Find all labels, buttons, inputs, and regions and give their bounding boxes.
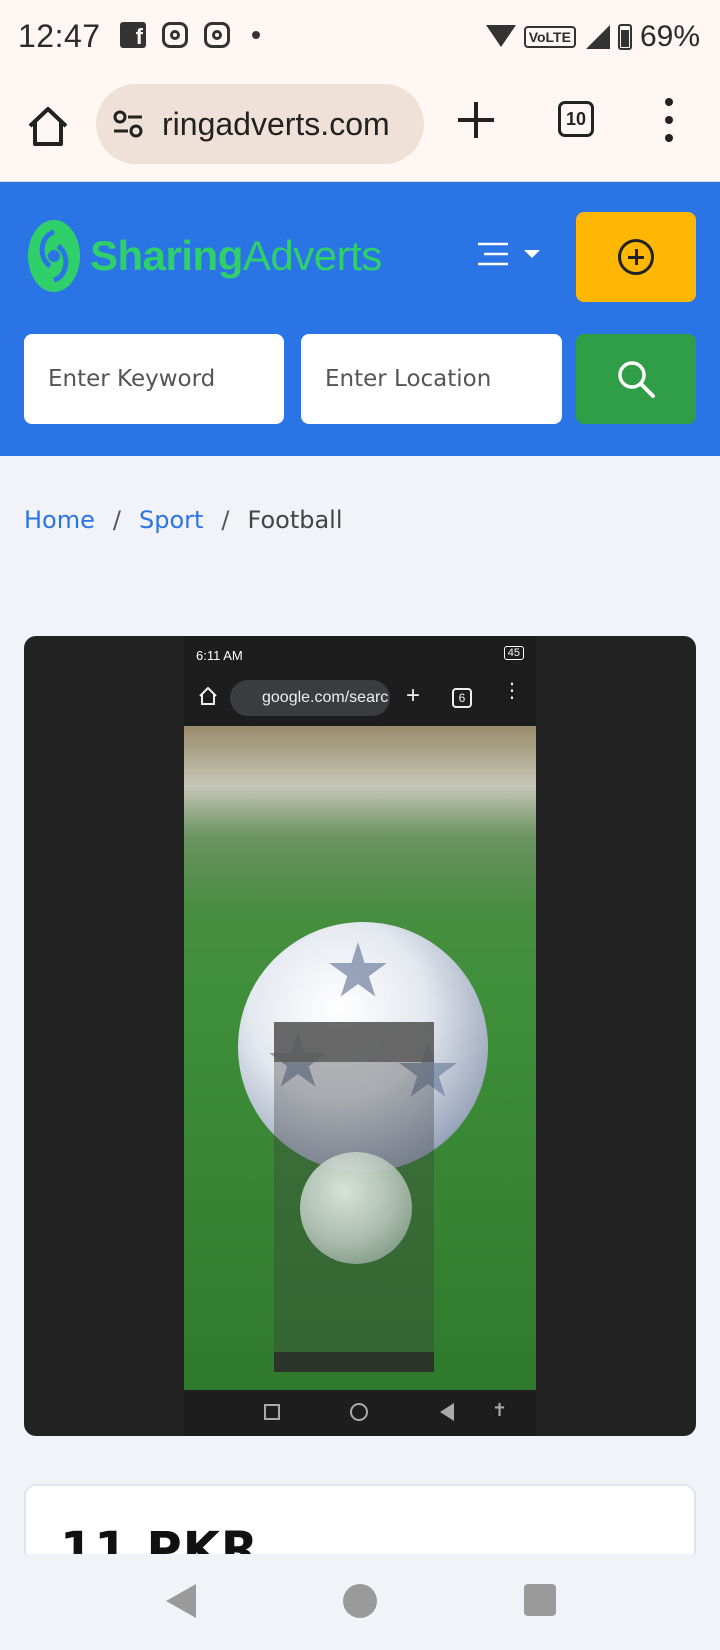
status-bar: 12:47 f VoLTE 69% [0,0,720,74]
notification-icons: f [120,22,260,48]
signal-icon [584,25,610,49]
recent-apps-icon[interactable] [524,1584,556,1616]
back-icon [440,1403,454,1421]
browser-toolbar: ringadverts.com 10 [0,74,720,182]
add-circle-icon [618,239,654,275]
photo-nav-bar: ✝ [184,1390,536,1436]
football-photo [184,726,536,1390]
browser-menu-icon[interactable] [664,98,674,142]
plus-icon: + [406,682,421,709]
keyword-input[interactable] [24,334,284,424]
breadcrumb-home-link[interactable]: Home [24,506,95,534]
home-icon[interactable] [26,104,70,148]
site-settings-icon[interactable] [112,110,144,138]
breadcrumb-separator: / [112,506,121,534]
logo-icon [28,220,80,292]
nested-screenshot [274,1022,434,1372]
small-football-image [300,1152,412,1264]
home-circle-icon [350,1403,368,1421]
instagram-icon [162,22,188,48]
photo-status-bar: 6:11 AM 45 [184,636,536,672]
system-nav-bar [0,1554,720,1650]
accessibility-icon: ✝ [492,1400,508,1420]
recents-icon [264,1404,280,1420]
photo-status-time: 6:11 AM [196,648,243,663]
breadcrumb-sport-link[interactable]: Sport [139,506,203,534]
photo-url: google.com/searc [230,680,390,716]
breadcrumb: Home / Sport / Football [24,506,343,534]
photo-battery: 45 [503,646,524,660]
clock: 12:47 [18,18,101,54]
nested-browser-bar [274,1022,434,1062]
facebook-icon: f [120,22,146,48]
location-input[interactable] [301,334,562,424]
wifi-icon [485,25,516,49]
url-text: ringadverts.com [162,106,390,142]
breadcrumb-current: Football [247,506,343,534]
more-notifications-icon [252,31,260,39]
home-icon [199,686,217,705]
site-logo[interactable]: Sharing Adverts [26,218,382,294]
search-icon [618,361,655,398]
menu-toggle-icon[interactable] [476,238,546,274]
battery-percent: 69% [639,20,700,53]
tab-switcher-button[interactable]: 10 [558,101,594,137]
logo-text-sharing: Sharing [90,232,243,279]
photo-tab-count: 6 [452,688,472,708]
menu-icon: ⋮ [502,680,522,702]
volte-icon: VoLTE [523,26,576,48]
nested-nav-bar [274,1352,434,1372]
system-indicators: VoLTE 69% [485,20,700,54]
logo-text-adverts: Adverts [242,232,382,279]
photo-browser-bar: google.com/searc + 6 ⋮ [184,672,536,722]
address-bar[interactable]: ringadverts.com [96,84,424,164]
listing-photo: 6:11 AM 45 google.com/searc + 6 ⋮ ✝ [184,636,536,1436]
breadcrumb-separator: / [221,506,230,534]
post-ad-button[interactable] [576,212,696,302]
search-button[interactable] [576,334,696,424]
instagram-icon [204,22,230,48]
new-tab-icon[interactable] [458,102,494,138]
site-header: Sharing Adverts [0,182,720,456]
battery-icon [617,24,632,50]
back-icon[interactable] [166,1584,196,1618]
home-button-icon[interactable] [343,1584,377,1618]
listing-image-gallery[interactable]: 6:11 AM 45 google.com/searc + 6 ⋮ ✝ [24,636,696,1436]
